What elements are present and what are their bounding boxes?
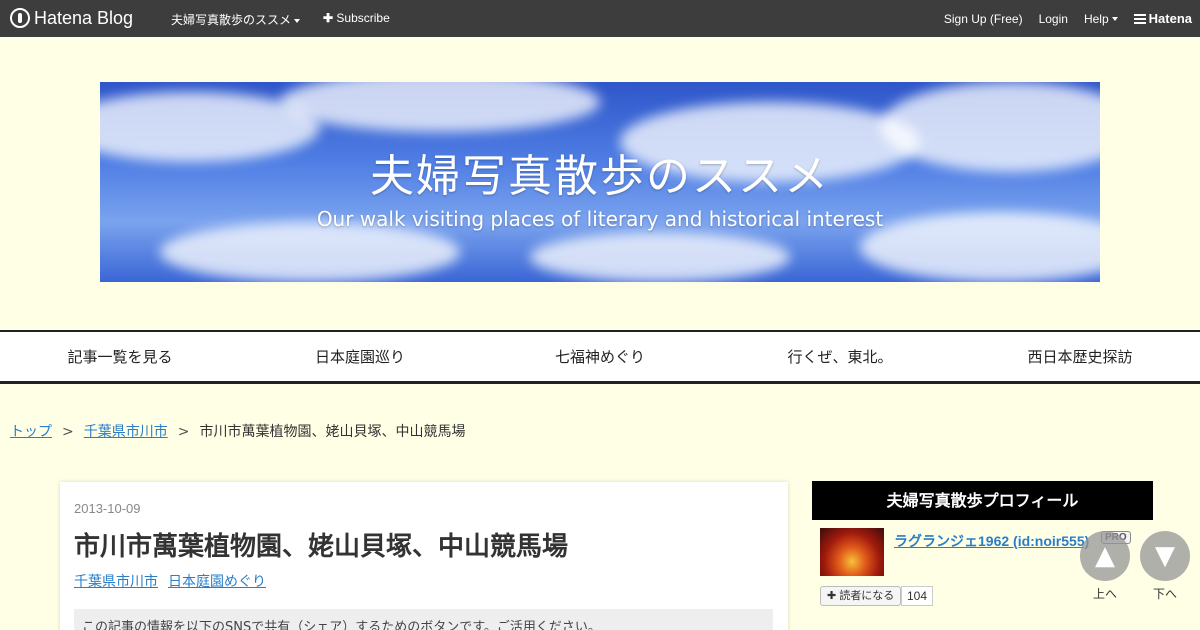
subscribe-label: Subscribe xyxy=(336,11,390,25)
scroll-up-label: 上へ xyxy=(1092,587,1117,601)
hatena-label: Hatena xyxy=(1148,11,1192,26)
help-label: Help xyxy=(1083,11,1109,26)
hatena-blog-logo[interactable]: Hatena Blog xyxy=(10,7,133,29)
signup-link[interactable]: Sign Up (Free) xyxy=(944,12,1023,26)
blog-name-menu[interactable]: 夫婦写真散歩のススメ xyxy=(171,11,301,28)
cloud-shape xyxy=(160,222,460,282)
scroll-up-button[interactable]: ▲ xyxy=(1080,531,1130,581)
caret-down-icon xyxy=(294,18,301,23)
breadcrumb-top-link[interactable]: トップ xyxy=(10,424,52,440)
hatena-mark-icon xyxy=(1133,13,1146,24)
breadcrumb-current: 市川市萬葉植物園、姥山貝塚、中山競馬場 xyxy=(199,424,466,440)
cloud-shape xyxy=(280,82,600,132)
triangle-down-icon: ▼ xyxy=(1155,541,1175,571)
header-banner[interactable]: 夫婦写真散歩のススメ Our walk visiting places of l… xyxy=(100,82,1100,282)
article-date[interactable]: 2013-10-09 xyxy=(74,501,141,516)
follow-button[interactable]: ✚ 読者になる xyxy=(820,586,902,606)
banner-subtitle: Our walk visiting places of literary and… xyxy=(316,207,884,231)
caret-down-icon xyxy=(1111,17,1118,22)
article-title[interactable]: 市川市萬葉植物園、姥山貝塚、中山競馬場 xyxy=(74,526,568,563)
sidebar-profile: 夫婦写真散歩プロフィール ラグランジェ1962 (id:noir555) PRO… xyxy=(812,481,1153,606)
scroll-down-label: 下へ xyxy=(1152,587,1177,601)
nav-item-west-japan[interactable]: 西日本歴史探訪 xyxy=(960,332,1200,381)
cloud-shape xyxy=(530,232,790,282)
sidebar-heading: 夫婦写真散歩プロフィール xyxy=(812,481,1153,520)
triangle-up-icon: ▲ xyxy=(1095,541,1115,571)
breadcrumb-category-link[interactable]: 千葉県市川市 xyxy=(84,424,168,440)
plus-icon: ✚ xyxy=(827,589,837,602)
topbar-right-links: Sign Up (Free) Login Help Hatena xyxy=(944,11,1192,26)
profile-avatar[interactable] xyxy=(820,528,884,576)
share-notice: この記事の情報を以下のSNSで共有（シェア）するためのボタンです。ご活用ください… xyxy=(74,609,773,630)
login-link[interactable]: Login xyxy=(1039,12,1068,26)
scroll-down-button[interactable]: ▼ xyxy=(1140,531,1190,581)
profile-name-link[interactable]: ラグランジェ1962 (id:noir555) xyxy=(894,531,1089,551)
global-nav: 記事一覧を見る 日本庭園巡り 七福神めぐり 行くぜ、東北。 西日本歴史探訪 xyxy=(0,330,1200,384)
help-menu[interactable]: Help xyxy=(1084,12,1118,26)
article-categories: 千葉県市川市 日本庭園めぐり xyxy=(74,571,276,591)
nav-item-all-articles[interactable]: 記事一覧を見る xyxy=(0,332,240,381)
nav-item-tohoku[interactable]: 行くぜ、東北。 xyxy=(720,332,960,381)
plus-icon: ✚ xyxy=(323,11,334,25)
follow-label: 読者になる xyxy=(839,589,895,602)
breadcrumb-separator: > xyxy=(62,424,74,440)
breadcrumb: トップ > 千葉県市川市 > 市川市萬葉植物園、姥山貝塚、中山競馬場 xyxy=(10,421,465,441)
follower-count: 104 xyxy=(901,586,934,606)
hatena-blog-icon xyxy=(10,8,30,28)
article-card: 2013-10-09 市川市萬葉植物園、姥山貝塚、中山競馬場 千葉県市川市 日本庭… xyxy=(60,482,788,630)
category-link[interactable]: 千葉県市川市 xyxy=(74,574,158,590)
blog-name-label: 夫婦写真散歩のススメ xyxy=(171,13,292,27)
subscribe-button[interactable]: ✚ Subscribe xyxy=(323,11,390,25)
breadcrumb-separator: > xyxy=(177,424,190,440)
top-bar: Hatena Blog 夫婦写真散歩のススメ ✚ Subscribe Sign … xyxy=(0,0,1200,37)
nav-item-seven-gods[interactable]: 七福神めぐり xyxy=(480,332,720,381)
banner-title: 夫婦写真散歩のススメ xyxy=(370,151,830,202)
nav-item-japanese-gardens[interactable]: 日本庭園巡り xyxy=(240,332,480,381)
category-link[interactable]: 日本庭園めぐり xyxy=(168,574,266,590)
hatena-logo[interactable]: Hatena xyxy=(1133,11,1192,26)
brand-label: Hatena Blog xyxy=(34,7,134,28)
